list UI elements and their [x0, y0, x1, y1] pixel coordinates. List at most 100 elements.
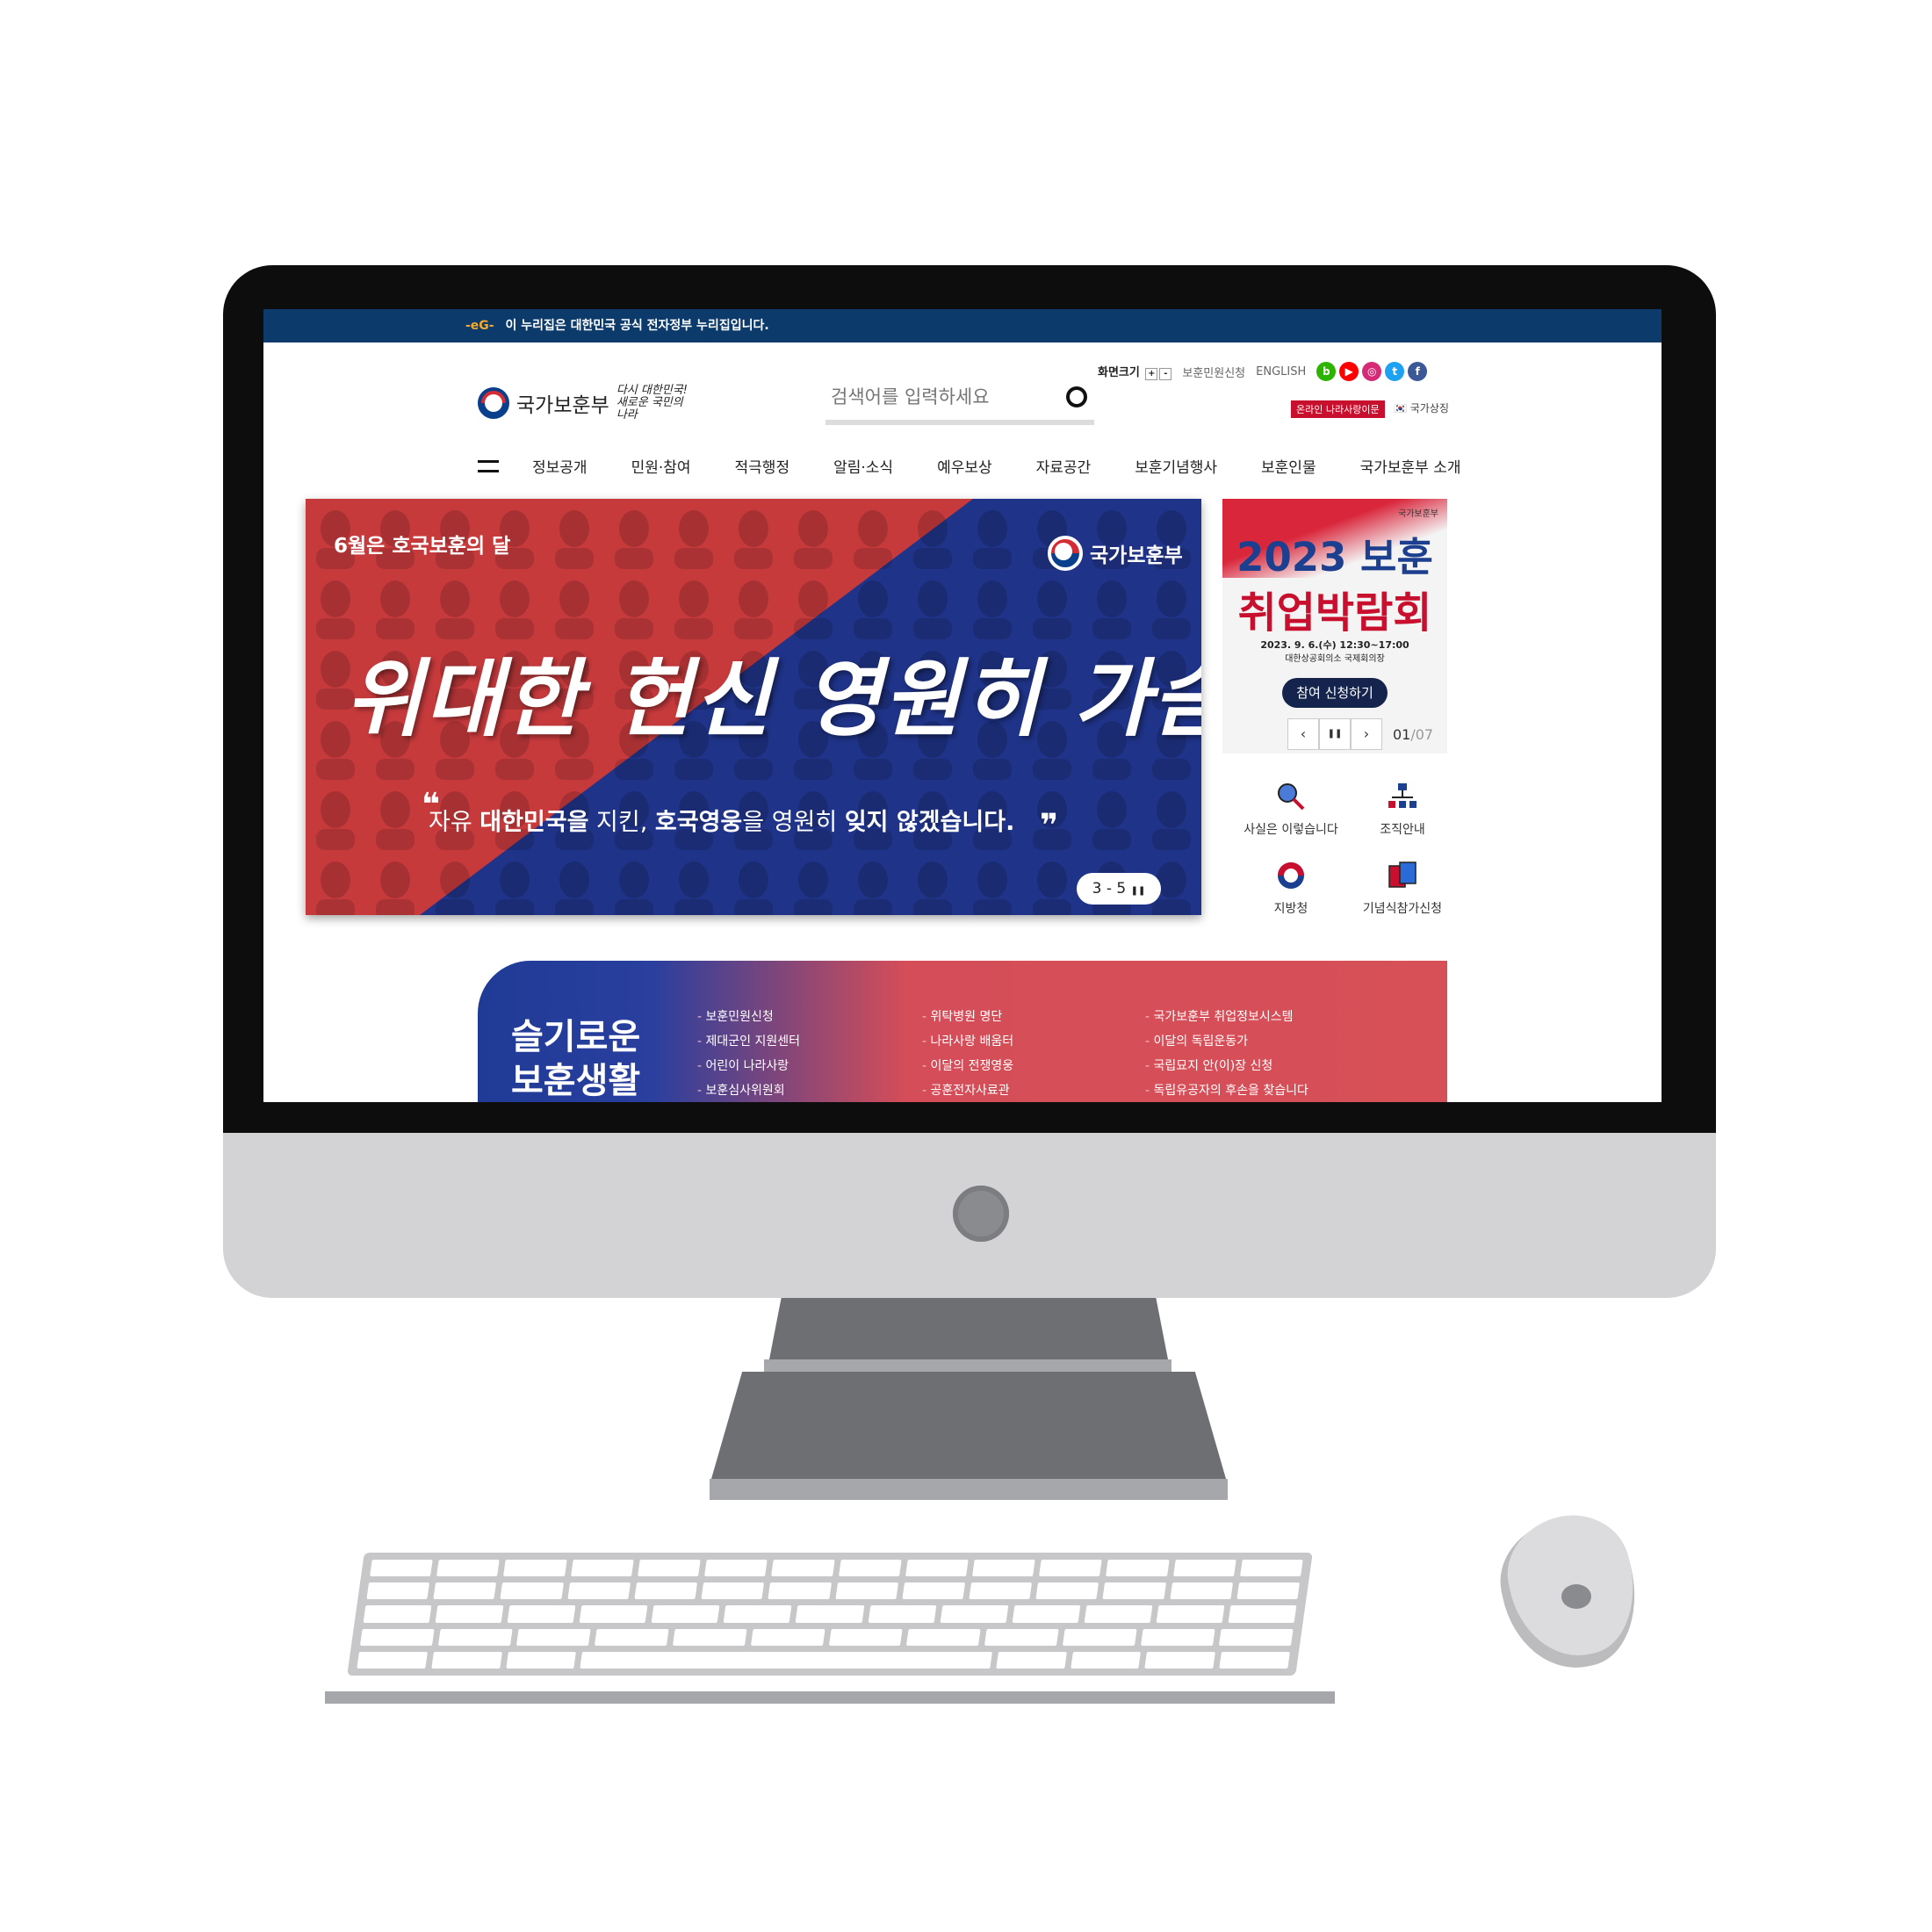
keyboard-base	[325, 1691, 1335, 1704]
key	[969, 1582, 1033, 1600]
key	[771, 1560, 835, 1577]
hero-sub-part: 을 영원히	[742, 809, 845, 836]
promo-controls: ‹ ❚❚ › 01/07	[1287, 718, 1433, 750]
key	[435, 1605, 504, 1623]
life-link[interactable]: 보훈민원신청	[697, 1005, 800, 1029]
key	[366, 1582, 430, 1600]
key	[505, 1651, 577, 1669]
life-link[interactable]: 이달의 전쟁영웅	[922, 1054, 1014, 1078]
life-link[interactable]: 국립묘지 안(이)장 신청	[1145, 1054, 1308, 1078]
zoom-out-button[interactable]: -	[1159, 368, 1172, 380]
key	[984, 1628, 1059, 1646]
quick-link-organization[interactable]: 조직안내	[1345, 782, 1460, 838]
hero-sub-part: 지킨,	[588, 809, 655, 836]
next-arrow-icon[interactable]: ›	[1351, 718, 1382, 750]
smart-life-panel: 슬기로운 보훈생활 보훈민원신청 제대군인 지원센터 어린이 나라사랑 보훈심사…	[478, 961, 1447, 1102]
space-key	[580, 1651, 992, 1669]
key	[1236, 1582, 1301, 1600]
search-box	[825, 379, 1094, 425]
key	[1084, 1605, 1153, 1623]
nav-item-archive[interactable]: 자료공간	[1036, 455, 1092, 477]
key	[503, 1560, 567, 1577]
life-link[interactable]: 위탁병원 명단	[922, 1005, 1013, 1029]
prev-arrow-icon[interactable]: ‹	[1287, 718, 1319, 750]
quick-link-label: 사실은 이렇습니다	[1244, 823, 1338, 837]
gov-notice-bar: -eG- 이 누리집은 대한민국 공식 전자정부 누리집입니다.	[263, 309, 1662, 342]
hero-sub-part: 자유	[429, 809, 480, 836]
hero-pause-icon[interactable]: ❚❚	[1131, 886, 1146, 896]
sns-links: b ▶ ◎ t f	[1316, 362, 1428, 381]
hero-sub-part: 대한민국을	[479, 809, 589, 836]
quick-link-facts[interactable]: 사실은 이렇습니다	[1234, 782, 1348, 838]
life-link[interactable]: 공훈전자사료관	[922, 1078, 1013, 1102]
hero-title: 위대한 헌신 영원히 가슴에	[345, 650, 1201, 748]
magnifier-icon	[1276, 782, 1306, 811]
hero-banner[interactable]: 6월은 호국보훈의 달 국가보훈부 위대한 헌신 영원히 가슴에 ❝ 자유 대한…	[306, 499, 1201, 915]
nav-item-events[interactable]: 보훈기념행사	[1135, 455, 1217, 477]
zoom-label: 화면크기	[1098, 366, 1140, 379]
life-link[interactable]: 국가보훈부 취업정보시스템	[1145, 1005, 1308, 1029]
quick-link-label: 기념식참가신청	[1362, 902, 1443, 916]
promo-banner[interactable]: 국가보훈부 2023 보훈 취업박람회 2023. 9. 6.(수) 12:30…	[1222, 499, 1447, 753]
nav-item-active-admin[interactable]: 적극행정	[735, 455, 790, 477]
life-link[interactable]: 제대군인 지원센터	[697, 1029, 801, 1054]
key	[507, 1605, 576, 1623]
hero-logo-text: 국가보훈부	[1090, 544, 1183, 567]
life-links-col-3: 국가보훈부 취업정보시스템 이달의 독립운동가 국립묘지 안(이)장 신청 독립…	[1145, 1005, 1308, 1102]
blog-icon[interactable]: b	[1316, 362, 1337, 381]
key	[940, 1605, 1009, 1623]
youtube-icon[interactable]: ▶	[1339, 362, 1359, 381]
quick-link-regional[interactable]: 지방청	[1234, 861, 1348, 917]
quick-link-ceremony[interactable]: 기념식참가신청	[1345, 861, 1460, 917]
nav-item-info[interactable]: 정보공개	[532, 455, 588, 477]
site-logo[interactable]: 국가보훈부 다시 대한민국! 새로운 국민의 나라	[478, 385, 696, 422]
english-link[interactable]: ENGLISH	[1256, 365, 1306, 378]
instagram-icon[interactable]: ◎	[1362, 362, 1382, 381]
national-symbol-label: 국가상징	[1409, 402, 1449, 415]
nav-item-news[interactable]: 알림·소식	[833, 455, 893, 477]
key	[1172, 1560, 1236, 1577]
twitter-icon[interactable]: t	[1385, 362, 1405, 381]
life-link[interactable]: 어린이 나라사랑	[697, 1054, 800, 1078]
key	[724, 1605, 792, 1623]
pause-icon[interactable]: ❚❚	[1319, 718, 1351, 750]
life-link[interactable]: 이달의 독립운동가	[1145, 1029, 1308, 1054]
cards-icon	[1388, 861, 1417, 890]
monitor-neck	[769, 1298, 1168, 1359]
promo-date: 2023. 9. 6.(수) 12:30~17:00	[1260, 639, 1409, 651]
hamburger-menu-icon[interactable]	[478, 459, 499, 472]
life-link[interactable]: 독립유공자의 후손을 찾습니다	[1145, 1078, 1308, 1102]
key	[902, 1582, 965, 1600]
keyboard-row	[363, 1605, 1297, 1623]
search-input[interactable]	[825, 379, 1054, 415]
nav-item-civil[interactable]: 민원·참여	[631, 455, 691, 477]
key	[1169, 1582, 1233, 1600]
life-link[interactable]: 나라사랑 배움터	[922, 1029, 1014, 1054]
nav-item-compensation[interactable]: 예우보상	[937, 455, 992, 477]
cards-icon-svg	[1388, 861, 1417, 888]
civil-service-link[interactable]: 보훈민원신청	[1182, 364, 1245, 380]
key	[1070, 1651, 1142, 1669]
search-icon[interactable]	[1066, 386, 1087, 407]
gov-notice-text: 이 누리집은 대한민국 공식 전자정부 누리집입니다.	[505, 319, 769, 333]
key	[436, 1560, 501, 1577]
hero-pager-count: 3 - 5	[1092, 880, 1127, 898]
hero-subtitle: 자유 대한민국을 지킨, 호국영웅을 영원히 잊지 않겠습니다.	[429, 803, 1014, 837]
online-patriotism-link[interactable]: 온라인 나라사랑이문	[1291, 400, 1385, 418]
life-link[interactable]: 보훈심사위원회	[697, 1078, 800, 1102]
zoom-in-button[interactable]: +	[1145, 368, 1158, 380]
promo-org: 국가보훈부	[1398, 509, 1438, 519]
nav-item-about[interactable]: 국가보훈부 소개	[1360, 455, 1461, 477]
promo-place: 대한상공회의소 국제회의장	[1285, 654, 1385, 664]
quote-close-icon: ❞	[1040, 808, 1059, 844]
key	[1219, 1628, 1294, 1646]
key	[570, 1560, 634, 1577]
promo-apply-button[interactable]: 참여 신청하기	[1282, 678, 1388, 708]
facebook-icon[interactable]: f	[1408, 362, 1428, 381]
hero-sub-part: 호국영웅	[654, 809, 743, 836]
national-symbol-link[interactable]: 🇰🇷 국가상징	[1394, 400, 1449, 415]
monitor-stand-foot	[710, 1479, 1228, 1500]
key	[834, 1582, 898, 1600]
life-links-col-1: 보훈민원신청 제대군인 지원센터 어린이 나라사랑 보훈심사위원회	[697, 1005, 801, 1102]
nav-item-people[interactable]: 보훈인물	[1261, 455, 1316, 477]
